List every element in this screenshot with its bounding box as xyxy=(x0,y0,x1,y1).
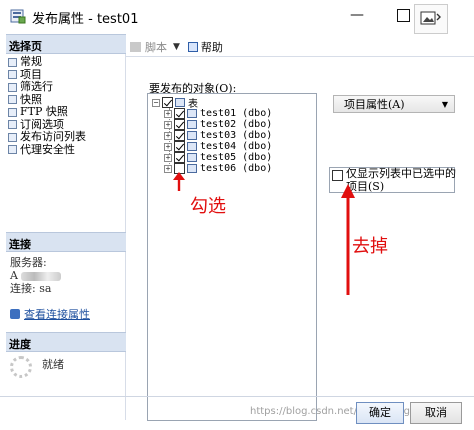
left-panel: 选择页 常规 项目 筛选行 快照 FTP 快照 订阅选项 发布访问列表 代理安全… xyxy=(6,34,126,420)
page-icon xyxy=(8,132,17,142)
help-button[interactable]: 帮助 xyxy=(187,39,223,55)
connection-heading: 连接 xyxy=(6,232,126,252)
only-show-checked-checkbox[interactable] xyxy=(332,170,343,181)
script-dropdown-arrow-icon[interactable]: ▼ xyxy=(173,42,180,52)
tree-row-table[interactable]: + test04 (dbo) xyxy=(164,141,272,152)
nav-item-general[interactable]: 常规 xyxy=(8,55,124,69)
table-icon xyxy=(187,164,197,173)
expand-icon[interactable]: + xyxy=(164,131,172,140)
connection-label: 连接: xyxy=(10,282,36,295)
table-checkbox[interactable] xyxy=(174,108,185,119)
table-checkbox[interactable] xyxy=(174,141,185,152)
cancel-button[interactable]: 取消 xyxy=(410,402,462,424)
table-checkbox[interactable] xyxy=(174,152,185,163)
server-label: 服务器: xyxy=(10,256,47,269)
nav-item-access-list[interactable]: 发布访问列表 xyxy=(8,130,124,144)
window-title: 发布属性 - test01 xyxy=(32,12,139,27)
main-content: 要发布的对象(O): − 表 + test01 (dbo) + test02 (… xyxy=(127,57,474,421)
expand-icon[interactable]: + xyxy=(164,109,172,118)
check-arrow-icon xyxy=(173,172,185,191)
connection-info: 服务器: A 连接: sa xyxy=(10,256,62,295)
maximize-button[interactable] xyxy=(394,6,412,24)
table-folder-icon xyxy=(175,98,185,107)
page-icon xyxy=(8,82,17,92)
redacted-blur xyxy=(21,271,62,281)
expand-icon[interactable]: + xyxy=(164,120,172,129)
image-tool-button[interactable] xyxy=(414,4,448,34)
publication-properties-window: 发布属性 - test01 — 选择页 常规 项目 筛选行 快照 FTP 快照 … xyxy=(0,0,474,430)
table-icon xyxy=(187,153,197,162)
tables-root-checkbox[interactable] xyxy=(162,97,173,108)
annotation-check: 勾选 xyxy=(190,196,226,217)
page-icon xyxy=(8,57,17,67)
expand-icon[interactable]: + xyxy=(164,153,172,162)
dropdown-arrow-icon: ▼ xyxy=(441,99,448,109)
page-icon xyxy=(8,145,17,155)
connection-value: sa xyxy=(39,282,52,295)
server-value: A xyxy=(10,269,18,282)
progress-area: 就绪 xyxy=(10,356,64,378)
table-checkbox[interactable] xyxy=(174,119,185,130)
expand-icon[interactable]: + xyxy=(164,164,172,173)
tree-row-table[interactable]: + test01 (dbo) xyxy=(164,108,272,119)
page-nav-list: 常规 项目 筛选行 快照 FTP 快照 订阅选项 发布访问列表 代理安全性 xyxy=(8,55,124,157)
tree-row-table[interactable]: + test03 (dbo) xyxy=(164,130,272,141)
script-button[interactable]: 脚本 xyxy=(130,39,167,55)
script-icon xyxy=(130,42,141,52)
title-bar: 发布属性 - test01 — xyxy=(0,0,474,34)
objects-tree[interactable]: − 表 + test01 (dbo) + test02 (dbo) + test… xyxy=(147,93,317,421)
tree-row-table[interactable]: + test02 (dbo) xyxy=(164,119,272,130)
progress-heading: 进度 xyxy=(6,332,126,352)
nav-item-agent-security[interactable]: 代理安全性 xyxy=(8,143,124,157)
table-icon xyxy=(187,142,197,151)
minimize-button[interactable]: — xyxy=(348,6,366,24)
select-page-heading: 选择页 xyxy=(6,34,126,54)
expand-icon[interactable]: + xyxy=(164,142,172,151)
tree-row-table[interactable]: + test05 (dbo) xyxy=(164,152,272,163)
only-show-checked-label: 仅显示列表中已选中的项目(S) xyxy=(346,167,456,193)
nav-item-ftp-snapshot[interactable]: FTP 快照 xyxy=(8,105,124,119)
table-icon xyxy=(187,109,197,118)
page-icon xyxy=(8,70,17,80)
ok-button[interactable]: 确定 xyxy=(356,402,404,424)
table-icon xyxy=(187,131,197,140)
progress-spinner-icon xyxy=(10,356,32,378)
connection-properties-icon xyxy=(10,309,20,319)
article-properties-button[interactable]: 项目属性(A) ▼ xyxy=(333,95,455,113)
page-icon xyxy=(8,95,17,105)
page-icon xyxy=(8,107,17,117)
progress-status: 就绪 xyxy=(42,358,64,371)
page-icon xyxy=(8,120,17,130)
tree-row-tables-root[interactable]: − 表 xyxy=(152,97,198,110)
picture-icon xyxy=(420,11,441,25)
toolbar: 脚本 ▼ 帮助 xyxy=(130,38,223,56)
footer-divider xyxy=(0,396,474,397)
table-icon xyxy=(187,120,197,129)
annotation-remove: 去掉 xyxy=(352,236,388,257)
nav-item-filter-rows[interactable]: 筛选行 xyxy=(8,80,124,94)
view-connection-properties-link[interactable]: 查看连接属性 xyxy=(10,306,90,322)
help-icon xyxy=(187,42,198,52)
publication-icon xyxy=(10,9,26,24)
collapse-icon[interactable]: − xyxy=(152,98,160,107)
table-checkbox[interactable] xyxy=(174,130,185,141)
